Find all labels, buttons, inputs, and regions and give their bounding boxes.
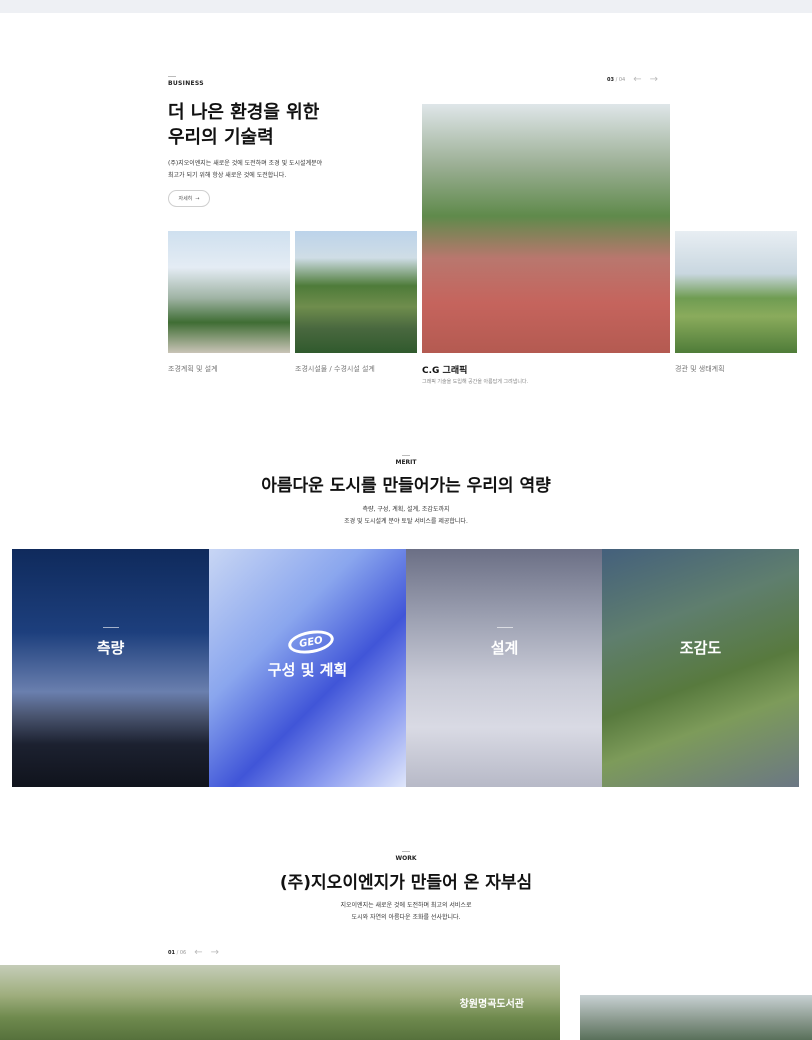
business-card-caption[interactable]: 조경계획 및 설계 — [168, 364, 218, 374]
merit-tile-planning[interactable]: GEO 구성 및 계획 — [209, 549, 406, 787]
business-card-description: 그래픽 기술을 도입해 공간을 아름답게 그려냅니다. — [422, 379, 529, 385]
merit-tile-birdseye[interactable]: 조감도 — [602, 549, 799, 787]
pager-count: 01 / 06 — [168, 949, 187, 956]
work-label: WORK — [395, 855, 417, 862]
merit-tile-design[interactable]: 설계 — [406, 549, 603, 787]
more-label: 자세히 — [178, 196, 193, 202]
merit-description: 측량, 구성, 계획, 설계, 조감도까지 조경 및 도시설계 분야 토탈 서비… — [344, 506, 468, 525]
business-description: (주)지오이엔지는 새로운 것에 도전하며 조경 및 도시설계분야 최고가 되기… — [168, 160, 323, 179]
business-card-caption-active[interactable]: C.G 그래픽 — [422, 363, 467, 376]
business-card-image-ecology-planning[interactable] — [675, 231, 797, 353]
arrow-left-icon[interactable]: ← — [633, 74, 641, 85]
business-card-image-facility-design[interactable] — [295, 231, 417, 353]
work-slide-title: 창원명곡도서관 — [459, 999, 524, 1010]
arrow-right-icon[interactable]: → — [650, 74, 658, 85]
pager-count: 03 / 04 — [607, 76, 626, 83]
geo-logo: GEO — [286, 627, 336, 657]
tile-divider — [496, 627, 513, 628]
business-title: 더 나은 환경을 위한 우리의 기술력 — [168, 102, 320, 148]
work-slide-main[interactable]: 창원명곡도서관 — [0, 965, 560, 1040]
merit-label: MERIT — [395, 459, 417, 466]
arrow-left-icon[interactable]: ← — [194, 947, 202, 958]
business-label: BUSINESS — [168, 76, 204, 87]
arrow-right-icon: → — [195, 195, 200, 202]
business-card-image-cg-graphic[interactable] — [422, 104, 670, 353]
business-pager: 03 / 04 ← → — [607, 74, 658, 85]
tile-label: 조감도 — [679, 639, 722, 657]
work-slide-next[interactable] — [580, 995, 812, 1040]
tile-label: 설계 — [490, 639, 519, 657]
merit-title: 아름다운 도시를 만들어가는 우리의 역량 — [261, 476, 551, 496]
work-title: (주)지오이엔지가 만들어 온 자부심 — [279, 873, 533, 893]
merit-tile-survey[interactable]: 측량 — [12, 549, 209, 787]
work-description: 지오이엔지는 새로운 것에 도전하며 최고의 서비스로 도시와 자연의 아름다운… — [340, 902, 472, 921]
tile-label: 측량 — [96, 639, 125, 657]
business-card-caption[interactable]: 조경시설물 / 수경시설 설계 — [295, 364, 375, 374]
more-button[interactable]: 자세히 → — [168, 190, 210, 207]
tile-label: 구성 및 계획 — [267, 661, 348, 679]
business-card-caption[interactable]: 경관 및 생태계획 — [675, 364, 725, 374]
arrow-right-icon[interactable]: → — [211, 947, 219, 958]
business-card-image-landscape-planning[interactable] — [168, 231, 290, 353]
top-bar — [0, 0, 812, 13]
tile-divider — [102, 627, 119, 628]
work-pager: 01 / 06 ← → — [168, 947, 219, 958]
